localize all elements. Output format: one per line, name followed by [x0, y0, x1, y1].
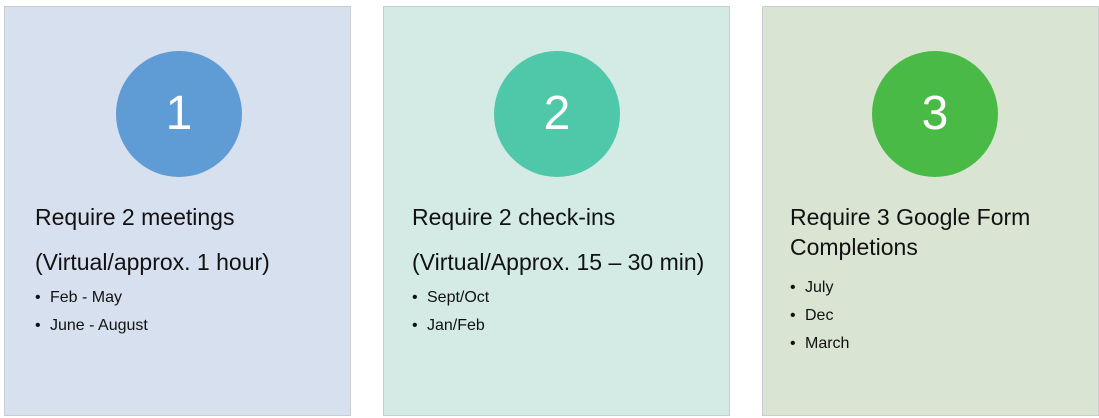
step-title-2: Require 2 check-ins: [412, 204, 616, 230]
step-subtitle-1: (Virtual/approx. 1 hour): [35, 249, 270, 275]
step-number-circle-2: 2: [494, 51, 620, 177]
list-item: June - August: [35, 312, 338, 340]
step-list-1: Feb - May June - August: [35, 284, 338, 340]
list-item: Feb - May: [35, 284, 338, 312]
list-item: Jan/Feb: [412, 312, 717, 340]
step-number-circle-1: 1: [116, 51, 242, 177]
step-panel-1: 1 Require 2 meetings (Virtual/approx. 1 …: [4, 6, 351, 416]
step-content-3: Require 3 Google Form Completions July D…: [790, 202, 1086, 358]
step-number-1: 1: [165, 87, 193, 140]
list-item: Sept/Oct: [412, 284, 717, 312]
step-list-3: July Dec March: [790, 274, 1086, 358]
list-item: Dec: [790, 302, 1086, 330]
list-item: March: [790, 330, 1086, 358]
step-title-3: Require 3 Google Form Completions: [790, 204, 1031, 260]
step-number-3: 3: [921, 87, 949, 140]
step-content-2: Require 2 check-ins (Virtual/Approx. 15 …: [412, 202, 717, 340]
step-title-1: Require 2 meetings: [35, 204, 235, 230]
step-subtitle-2: (Virtual/Approx. 15 – 30 min): [412, 249, 705, 275]
step-panel-2: 2 Require 2 check-ins (Virtual/Approx. 1…: [383, 6, 730, 416]
step-content-1: Require 2 meetings (Virtual/approx. 1 ho…: [35, 202, 338, 340]
step-number-circle-3: 3: [872, 51, 998, 177]
step-panel-3: 3 Require 3 Google Form Completions July…: [762, 6, 1099, 416]
step-number-2: 2: [543, 87, 571, 140]
list-item: July: [790, 274, 1086, 302]
step-list-2: Sept/Oct Jan/Feb: [412, 284, 717, 340]
